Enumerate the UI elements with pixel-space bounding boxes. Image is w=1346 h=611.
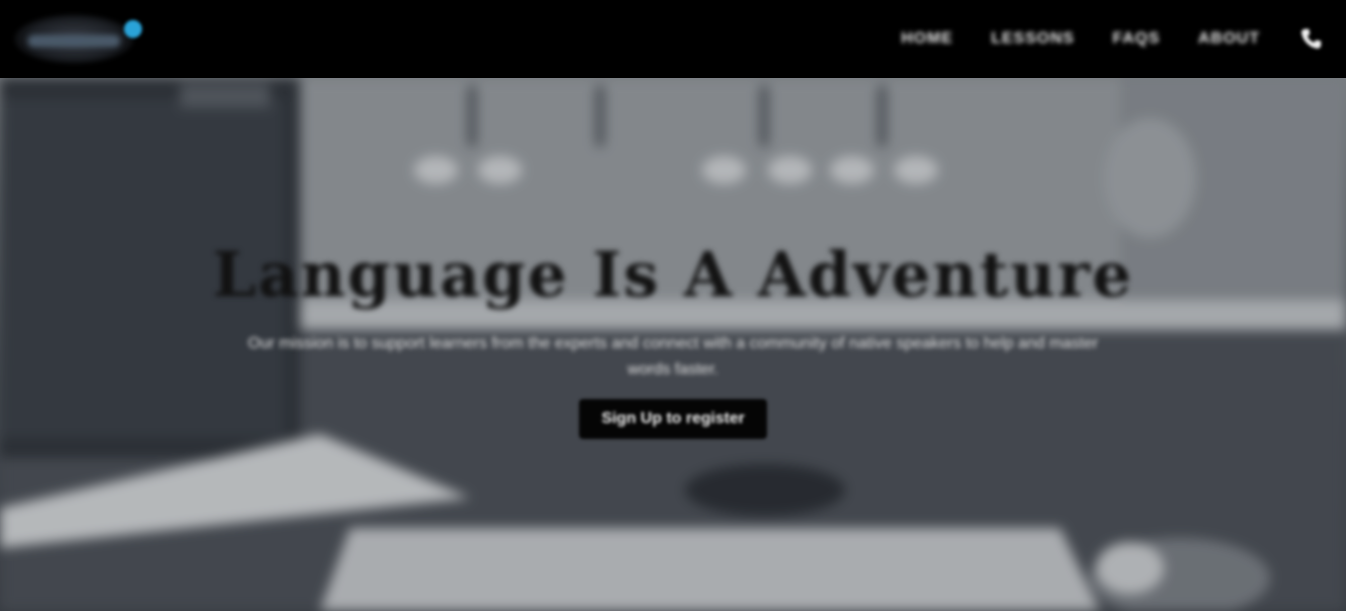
- site-logo[interactable]: [14, 12, 142, 64]
- nav-item-faqs[interactable]: FAQS: [1113, 30, 1161, 48]
- logo-wordmark: [28, 35, 120, 47]
- hero-subtitle: Our mission is to support learners from …: [247, 335, 1099, 378]
- main-nav: HOME LESSONS FAQS ABOUT: [901, 22, 1324, 56]
- nav-item-about[interactable]: ABOUT: [1198, 30, 1260, 48]
- nav-item-home[interactable]: HOME: [901, 30, 953, 48]
- phone-icon[interactable]: [1298, 26, 1324, 52]
- top-navbar: HOME LESSONS FAQS ABOUT: [0, 0, 1346, 78]
- logo-accent-dot: [124, 20, 142, 38]
- hero-content: Language Is A Adventure Our mission is t…: [0, 238, 1346, 439]
- nav-item-lessons[interactable]: LESSONS: [991, 30, 1074, 48]
- hero-title: Language Is A Adventure: [212, 238, 1134, 311]
- landing-page: HOME LESSONS FAQS ABOUT Language Is A Ad…: [0, 0, 1346, 611]
- hero-section: Language Is A Adventure Our mission is t…: [0, 78, 1346, 611]
- signup-button[interactable]: Sign Up to register: [579, 399, 767, 439]
